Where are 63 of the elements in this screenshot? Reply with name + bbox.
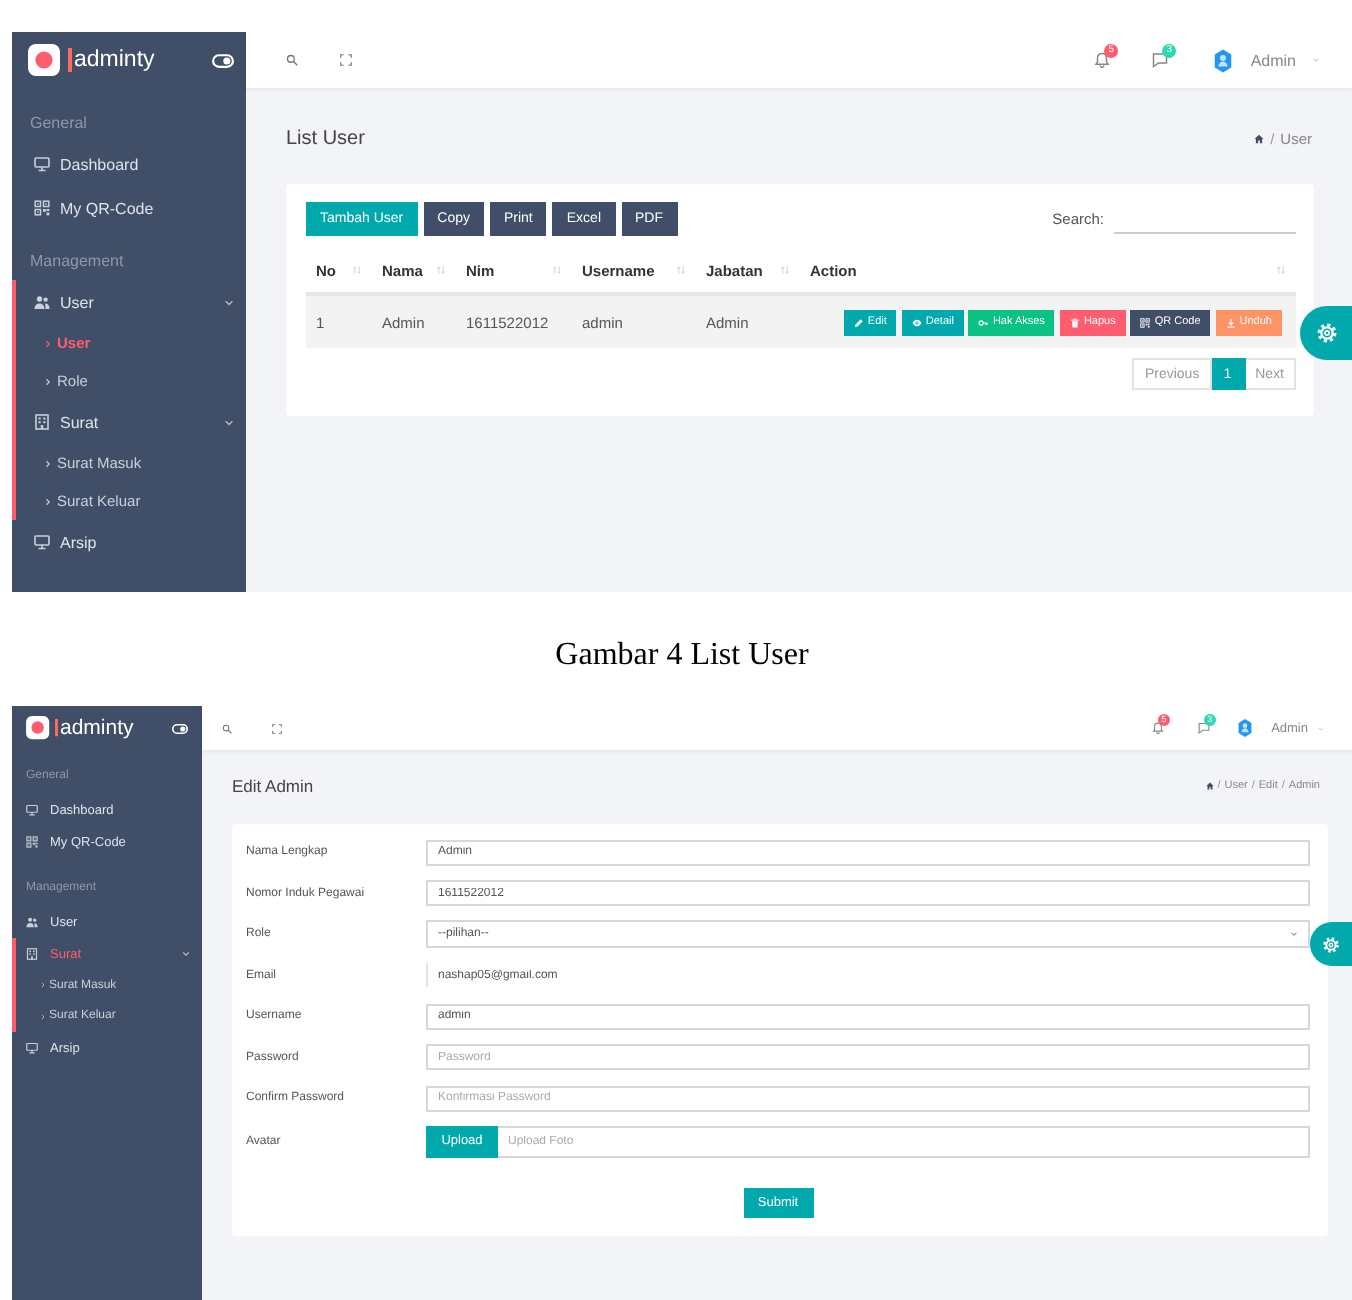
user-name[interactable]: Admin <box>1250 51 1296 69</box>
gear-icon <box>1322 935 1340 953</box>
chevron-right-icon <box>40 982 46 989</box>
monitor-icon <box>34 156 50 172</box>
download-icon <box>1225 317 1236 327</box>
brand-name: adminty <box>60 716 134 740</box>
chevron-right-icon <box>44 459 52 467</box>
chevron-right-icon <box>44 497 52 505</box>
users-icon <box>34 294 50 310</box>
sort-icon <box>780 264 790 276</box>
page-title: Edit Admin <box>232 776 314 796</box>
fullscreen-icon[interactable] <box>272 723 282 733</box>
sort-icon <box>1276 264 1286 276</box>
key-icon <box>978 317 989 327</box>
chevron-right-icon <box>40 1013 46 1020</box>
sidebar-section-title: General <box>28 112 89 136</box>
page-title: List User <box>286 127 365 149</box>
bell-icon[interactable] <box>1094 52 1111 68</box>
sort-icon <box>552 264 562 276</box>
sidebar-item[interactable]: Dashboard <box>12 142 246 186</box>
chevron-right-icon <box>44 339 52 347</box>
toggle-icon[interactable] <box>212 53 234 67</box>
toggle-icon[interactable] <box>172 723 188 733</box>
search-icon[interactable] <box>222 723 232 733</box>
trash-icon <box>1069 317 1080 327</box>
figure-caption: Gambar 4 List User <box>553 635 811 675</box>
sort-icon <box>436 264 446 276</box>
monitor-icon <box>26 1042 38 1054</box>
chevron-down-icon <box>224 417 234 427</box>
home-icon[interactable] <box>1205 782 1214 790</box>
user-avatar-icon[interactable] <box>1214 47 1233 73</box>
sort-icon <box>352 264 362 276</box>
sidebar-item[interactable]: User <box>12 280 246 324</box>
monitor-icon <box>34 534 50 550</box>
home-icon[interactable] <box>1254 133 1265 143</box>
chevron-down-icon <box>224 297 234 307</box>
chat-icon[interactable] <box>1152 52 1169 68</box>
sort-icon <box>676 264 686 276</box>
pencil-icon <box>853 317 864 327</box>
chat-icon[interactable] <box>1197 722 1210 734</box>
building-icon <box>34 414 50 430</box>
sidebar-item[interactable]: My QR-Code <box>12 186 246 230</box>
sidebar-item[interactable]: Surat <box>12 400 246 444</box>
user-avatar-icon[interactable] <box>1237 718 1252 738</box>
chevron-down-icon <box>182 950 190 958</box>
caret-icon <box>1312 56 1320 64</box>
building-icon <box>26 948 38 960</box>
qr-code-icon <box>1140 317 1151 327</box>
qr-code-icon <box>26 836 38 848</box>
brand-name: adminty <box>74 48 155 72</box>
search-icon[interactable] <box>286 54 298 66</box>
bell-icon[interactable] <box>1151 722 1164 734</box>
users-icon <box>26 916 38 928</box>
sidebar-section-title: Management <box>28 250 126 274</box>
logo-icon <box>26 716 58 740</box>
qr-code-icon <box>34 200 50 216</box>
fullscreen-icon[interactable] <box>340 54 352 66</box>
logo-icon <box>28 44 72 76</box>
monitor-icon <box>26 804 38 816</box>
sidebar-item[interactable]: Arsip <box>12 520 246 564</box>
eye-icon <box>911 317 922 327</box>
gear-icon <box>1315 322 1337 344</box>
chevron-right-icon <box>44 377 52 385</box>
